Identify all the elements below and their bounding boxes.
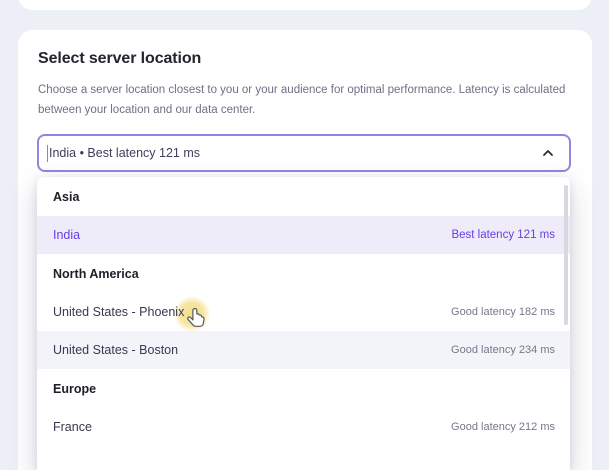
option-india[interactable]: India Best latency 121 ms (37, 216, 570, 254)
group-header-asia: Asia (37, 177, 570, 216)
group-header-north-america: North America (37, 254, 570, 293)
option-latency: Good latency 182 ms (451, 306, 555, 318)
option-france[interactable]: France Good latency 212 ms (37, 408, 570, 446)
option-label: United States - Boston (53, 343, 178, 357)
option-label: United States - Phoenix (53, 305, 184, 319)
text-caret (47, 145, 48, 162)
option-label: France (53, 420, 92, 434)
page: { "colors": { "accent_purple": "#673de6"… (0, 0, 609, 456)
option-united-states-phoenix[interactable]: United States - Phoenix Good latency 182… (37, 293, 570, 331)
server-location-dropdown: Asia India Best latency 121 ms North Ame… (37, 177, 570, 470)
option-latency: Best latency 121 ms (451, 229, 555, 241)
option-label: India (53, 228, 80, 242)
dropdown-scrollbar[interactable] (564, 185, 568, 325)
server-location-value: India • Best latency 121 ms (49, 146, 541, 160)
group-label: Asia (53, 190, 79, 204)
option-latency: Good latency 234 ms (451, 344, 555, 356)
group-label: North America (53, 267, 139, 281)
page-title: Select server location (38, 50, 201, 68)
card-description: Choose a server location closest to you … (38, 80, 566, 120)
previous-card-bottom-edge (18, 0, 592, 10)
group-header-europe: Europe (37, 369, 570, 408)
server-location-input[interactable]: India • Best latency 121 ms (37, 134, 571, 172)
option-united-states-boston[interactable]: United States - Boston Good latency 234 … (37, 331, 570, 369)
option-latency: Good latency 212 ms (451, 421, 555, 433)
chevron-up-icon (541, 146, 555, 160)
group-label: Europe (53, 382, 96, 396)
